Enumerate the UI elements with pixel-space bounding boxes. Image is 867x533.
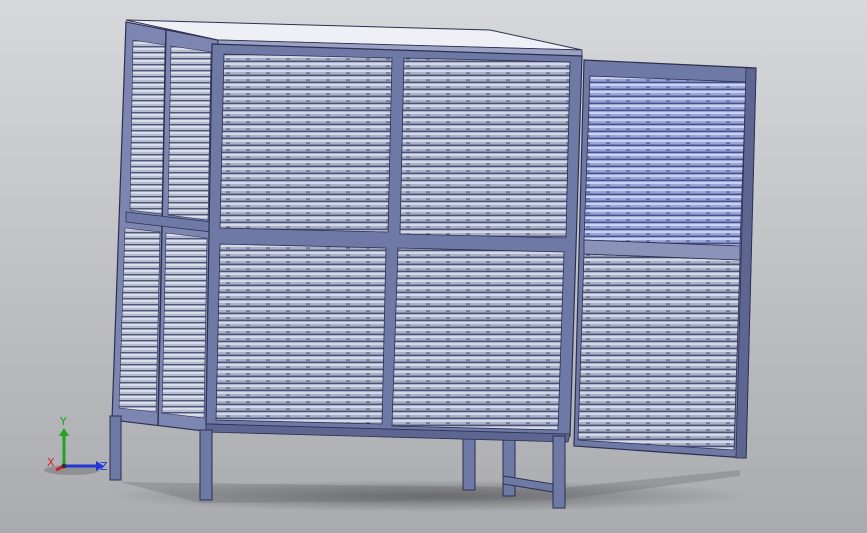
left-side-panel	[111, 21, 219, 433]
triad-y-label: Y	[59, 415, 67, 428]
triad-x-label: X	[47, 456, 55, 469]
triad-origin	[61, 463, 67, 469]
cad-model-canvas[interactable]: Y X Z	[0, 0, 867, 533]
back-leg-left-rear	[502, 437, 516, 497]
right-door-panel	[573, 59, 757, 459]
cad-graphics-viewport[interactable]: Y X Z	[0, 0, 867, 533]
front-leg-right	[552, 435, 566, 509]
front-frame	[205, 43, 583, 443]
side-leg-left	[109, 415, 122, 481]
front-leg-left	[199, 429, 213, 501]
enclosure-model[interactable]	[109, 19, 757, 509]
triad-z-label: Z	[100, 460, 108, 473]
back-leg-right	[462, 437, 476, 491]
